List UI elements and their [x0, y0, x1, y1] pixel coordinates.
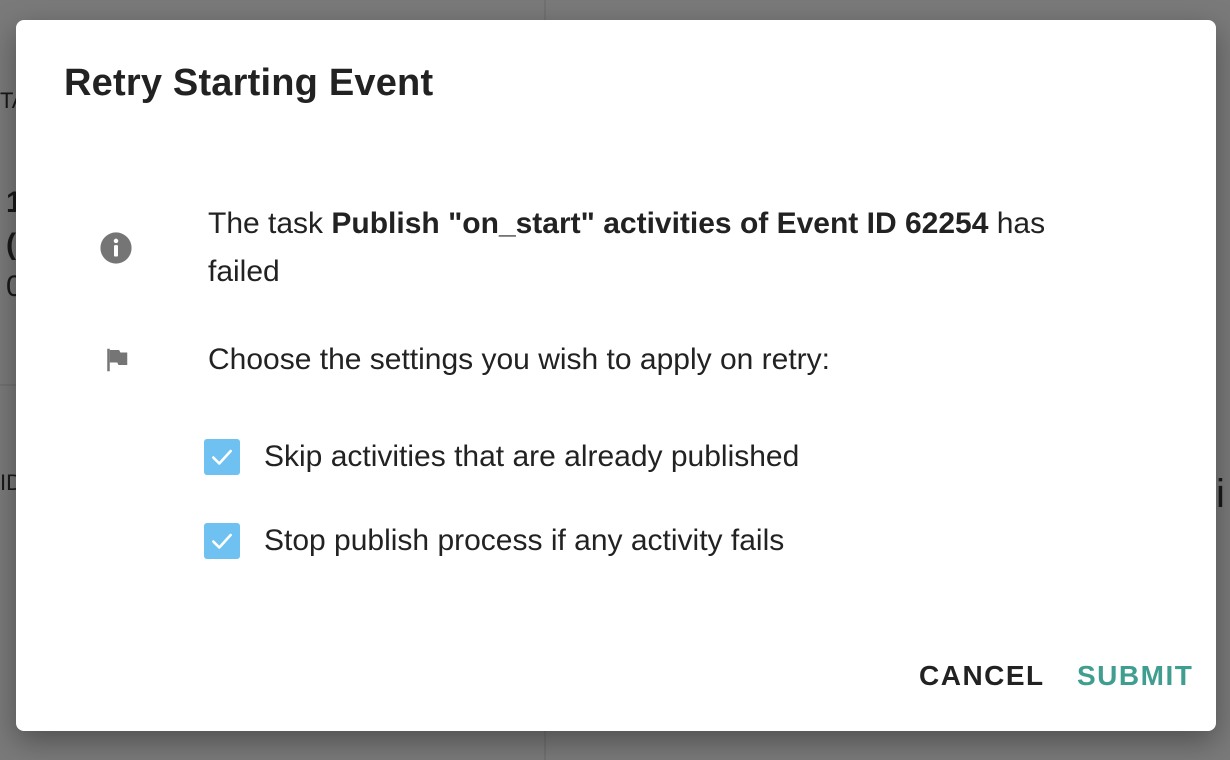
flag-icon — [96, 340, 136, 380]
settings-prompt: Choose the settings you wish to apply on… — [208, 343, 831, 376]
retry-dialog: Retry Starting Event The task Publish "o… — [16, 20, 1216, 731]
option-label[interactable]: Skip activities that are already publish… — [264, 440, 799, 474]
task-name: Publish "on_start" activities of Event I… — [331, 207, 989, 240]
skip-published-checkbox[interactable] — [204, 439, 240, 475]
stop-on-failure-checkbox[interactable] — [204, 523, 240, 559]
failure-message: The task Publish "on_start" activities o… — [208, 200, 1108, 296]
submit-button[interactable]: SUBMIT — [1077, 660, 1193, 692]
cancel-button[interactable]: CANCEL — [919, 660, 1045, 692]
check-icon — [212, 533, 232, 549]
option-stop-on-failure[interactable]: Stop publish process if any activity fai… — [204, 523, 784, 559]
option-label[interactable]: Stop publish process if any activity fai… — [264, 524, 784, 558]
option-skip-published[interactable]: Skip activities that are already publish… — [204, 439, 799, 475]
dialog-title: Retry Starting Event — [64, 62, 434, 104]
info-icon — [96, 228, 136, 268]
check-icon — [212, 449, 232, 465]
failure-message-prefix: The task — [208, 207, 332, 240]
